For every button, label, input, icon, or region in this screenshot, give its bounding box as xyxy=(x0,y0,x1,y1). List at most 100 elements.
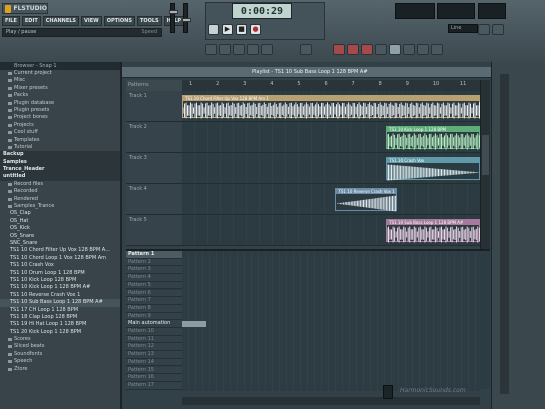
browser-item[interactable]: OS_Hat xyxy=(0,218,120,225)
audio-clip[interactable]: TS1 10 Crash Vox xyxy=(386,157,481,181)
browser-item[interactable]: Record files xyxy=(0,181,120,188)
browser-item[interactable]: Current project xyxy=(0,70,120,77)
audio-clip[interactable]: TS1 10 Sub Bass Loop 1 128 BPM A# xyxy=(386,219,481,243)
pattern-row[interactable]: Pattern 15 xyxy=(126,366,182,375)
browser-item[interactable]: OS_Snare xyxy=(0,233,120,240)
slider-knob[interactable] xyxy=(182,18,191,22)
browser-item[interactable]: TS1 10 Crash Vox xyxy=(0,262,120,269)
save-button[interactable] xyxy=(478,24,490,35)
step-sequencer-button[interactable] xyxy=(219,44,231,55)
browser-item[interactable]: Project bones xyxy=(0,114,120,121)
piano-roll-button[interactable] xyxy=(233,44,245,55)
track-header[interactable]: Track 5 xyxy=(126,215,182,246)
browser-item[interactable]: Rendered xyxy=(0,196,120,203)
stop-button[interactable]: ■ xyxy=(236,24,247,35)
snap-selector[interactable]: Line xyxy=(448,24,478,33)
audio-clip[interactable]: TS1 10 Reverse Crash Vox 1 xyxy=(335,188,397,212)
browser-item[interactable]: TS1 10 Reverse Crash Vox 1 xyxy=(0,292,120,299)
browser-item[interactable]: TS1 10 Chord Filter Up Vox 128 BPM A... xyxy=(0,247,120,254)
menu-item-edit[interactable]: EDIT xyxy=(21,16,41,26)
pattern-row[interactable]: Pattern 10 xyxy=(126,328,182,336)
track-lane[interactable] xyxy=(182,184,480,215)
browser-item[interactable]: Sliced beats xyxy=(0,343,120,350)
browser-item[interactable]: Projects xyxy=(0,122,120,129)
pattern-row[interactable]: Main automation xyxy=(126,320,182,328)
browser-item[interactable]: Scores xyxy=(0,336,120,343)
metronome-button[interactable] xyxy=(300,44,312,55)
pattern-row[interactable]: Pattern 16 xyxy=(126,374,182,382)
browser-item[interactable]: OS_Kick xyxy=(0,225,120,232)
browser-item[interactable]: Ztore xyxy=(0,366,120,373)
track-header[interactable]: Track 4 xyxy=(126,184,182,215)
browser-item[interactable]: Misc xyxy=(0,77,120,84)
track-header[interactable]: Track 1 xyxy=(126,91,182,122)
browser-item[interactable]: Tutorial xyxy=(0,144,120,151)
browser-item[interactable]: untitled xyxy=(0,173,120,181)
menu-item-tools[interactable]: TOOLS xyxy=(136,16,162,26)
browser-item[interactable]: Samples_Trance xyxy=(0,203,120,210)
blend-recording-button[interactable] xyxy=(361,44,373,55)
pattern-row[interactable]: Pattern 14 xyxy=(126,358,182,367)
vertical-scrollbar[interactable] xyxy=(480,80,490,250)
browser-item[interactable]: Samples xyxy=(0,158,120,167)
scrollbar-thumb[interactable] xyxy=(482,135,489,175)
browser-item[interactable]: TS1 10 Kick Loop 1 128 BPM A# xyxy=(0,284,120,291)
browser-item[interactable]: TS1 10 Drum Loop 1 128 BPM xyxy=(0,270,120,277)
browser-item[interactable]: Speech xyxy=(0,358,120,365)
pattern-row[interactable]: Pattern 6 xyxy=(126,289,182,298)
browser-item[interactable]: Soundfonts xyxy=(0,351,120,358)
track-header[interactable]: Track 2 xyxy=(126,122,182,153)
browser-item[interactable]: TS1 17 CH Loop 1 128 BPM xyxy=(0,307,120,314)
pattern-row[interactable]: Pattern 9 xyxy=(126,312,182,321)
menu-item-file[interactable]: FILE xyxy=(2,16,20,26)
browser-item[interactable]: TS1 10 Kick Loop 128 BPM xyxy=(0,277,120,284)
master-volume-slider[interactable] xyxy=(169,3,178,33)
browser-item[interactable]: Mixer presets xyxy=(0,85,120,92)
track-header[interactable]: Track 3 xyxy=(126,153,182,184)
playlist-ruler[interactable]: Patterns 1 2 3 4 5 6 7 8 9 10 11 xyxy=(126,80,480,91)
open-button[interactable] xyxy=(492,24,504,35)
audio-clip[interactable]: TS1 10 Chord Filter Up Vox 128 BPM Am 1 xyxy=(182,95,480,119)
master-pitch-slider[interactable] xyxy=(182,3,191,33)
countdown-button[interactable] xyxy=(347,44,359,55)
song-position-display[interactable]: 0:00:29 xyxy=(232,3,292,19)
wait-input-button[interactable] xyxy=(333,44,345,55)
browser-item[interactable]: Trance_Header xyxy=(0,166,120,174)
loop-recording-button[interactable] xyxy=(375,44,387,55)
record-button[interactable]: ● xyxy=(250,24,261,35)
horizontal-scrollbar[interactable] xyxy=(182,397,480,405)
pattern-row[interactable]: Pattern 3 xyxy=(126,266,182,275)
browser-item[interactable]: Cool stuff xyxy=(0,129,120,136)
pattern-row[interactable]: Pattern 5 xyxy=(126,281,182,290)
menu-item-options[interactable]: OPTIONS xyxy=(103,16,135,26)
browser-button[interactable] xyxy=(247,44,259,55)
browser-item[interactable]: TS1 10 Sub Bass Loop 1 128 BPM A# xyxy=(0,299,120,307)
pattern-row[interactable]: Pattern 17 xyxy=(126,381,182,390)
pattern-row[interactable]: Pattern 4 xyxy=(126,274,182,282)
step-edit-button[interactable] xyxy=(389,44,401,55)
pattern-grid[interactable] xyxy=(182,251,480,391)
automation-clip[interactable] xyxy=(182,321,206,327)
browser-header[interactable]: Browser - Snap 1 xyxy=(0,62,120,70)
browser-item[interactable]: Plugin database xyxy=(0,100,120,107)
browser-item[interactable]: TS1 19 Hi Hat Loop 1 128 BPM xyxy=(0,321,120,328)
typing-keyboard-button[interactable] xyxy=(403,44,415,55)
multilink-button[interactable] xyxy=(417,44,429,55)
pattern-row[interactable]: Pattern 2 xyxy=(126,258,182,267)
browser-item[interactable]: Recorded xyxy=(0,188,120,195)
pattern-row[interactable]: Pattern 8 xyxy=(126,304,182,313)
browser-item[interactable]: Backup xyxy=(0,151,120,159)
slider-knob[interactable] xyxy=(169,10,178,14)
panic-button[interactable] xyxy=(431,44,443,55)
pattern-row[interactable]: Pattern 1 xyxy=(126,251,182,259)
playlist-toolbar[interactable]: Playlist - TS1 10 Sub Bass Loop 1 128 BP… xyxy=(122,67,492,78)
song-mode-button[interactable] xyxy=(208,24,219,35)
browser-item[interactable]: SNC_Snare xyxy=(0,240,120,247)
menu-item-channels[interactable]: CHANNELS xyxy=(42,16,80,26)
pattern-row[interactable]: Pattern 11 xyxy=(126,335,182,344)
browser-item[interactable]: TS1 18 Clap Loop 128 BPM xyxy=(0,314,120,321)
pattern-row[interactable]: Pattern 12 xyxy=(126,343,182,352)
mixer-button[interactable] xyxy=(261,44,273,55)
app-logo[interactable]: FLSTUDIO xyxy=(2,3,48,14)
track-lanes[interactable]: TS1 10 Chord Filter Up Vox 128 BPM Am 1 T… xyxy=(182,91,481,246)
